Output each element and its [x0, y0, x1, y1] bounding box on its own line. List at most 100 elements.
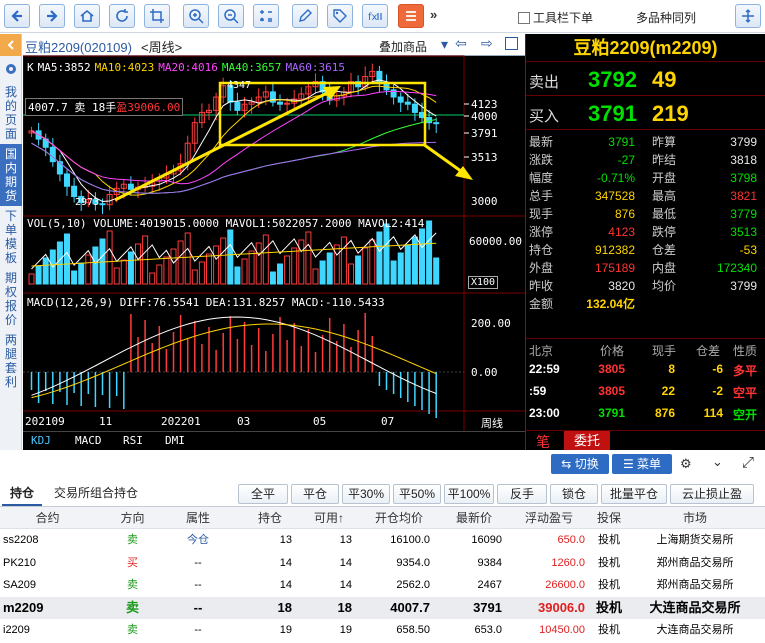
table-cell: 14 — [279, 556, 292, 569]
list-menu-icon[interactable] — [398, 4, 424, 28]
quote-stat-value: 175189 — [594, 261, 635, 275]
quote-stat-label: 开盘 — [652, 171, 677, 185]
table-cell: 14 — [339, 579, 352, 591]
expand-icon[interactable]: ⤢ — [742, 454, 754, 471]
refresh-icon[interactable] — [109, 4, 135, 28]
time-tick: 07 — [381, 415, 395, 428]
quote-stat-value: 3798 — [730, 171, 757, 185]
zoom-in-icon[interactable] — [183, 4, 209, 28]
action-button-1[interactable]: 平仓 — [291, 484, 339, 504]
back-arrow-icon[interactable] — [4, 4, 30, 28]
toolbar: fx » 工具栏下单 多品种同列 — [0, 0, 765, 33]
menu-icon: ☰ — [622, 457, 638, 471]
table-cell: 13 — [279, 534, 292, 546]
position-text: 4007.7 卖 18手 — [28, 101, 117, 114]
kline-chart[interactable]: 豆粕2209(020109) <周线> 叠加商品 ▾ ⇦ ⇨ K MA5:3852… — [23, 34, 525, 450]
quote-stat-label: 最低 — [652, 207, 677, 221]
table-cell: 郑州商品交易所 — [656, 579, 734, 591]
sidebar-item-3[interactable]: 期权报价 — [0, 268, 22, 330]
quote-stat-label: 内盘 — [652, 261, 677, 275]
pencil-icon[interactable] — [292, 4, 318, 28]
home-icon[interactable] — [74, 4, 100, 28]
column-header[interactable]: 可用↑ — [298, 507, 360, 529]
indicator-tab-kdj[interactable]: KDJ — [31, 434, 51, 447]
table-cell: 650.0 — [557, 534, 585, 546]
collapse-icon[interactable] — [0, 34, 21, 56]
period-label: 周线 — [481, 418, 503, 430]
table-cell: PK210 — [3, 556, 37, 569]
table-cell: 19 — [279, 624, 292, 636]
action-button-2[interactable]: 平30% — [342, 484, 390, 504]
quote-stat-value: 3821 — [730, 189, 757, 203]
minimize-icon[interactable]: ⌄ — [712, 454, 723, 470]
sidebar-item-0[interactable]: 我的页面 — [0, 82, 22, 144]
buy-volume: 219 — [652, 101, 689, 126]
quote-stat-value: 3818 — [730, 153, 757, 167]
action-button-7[interactable]: 批量平仓 — [601, 484, 667, 504]
action-bar: ⇆ 切换 ☰ 菜单 ⚙ ⌄ ⤢ — [0, 450, 765, 476]
buy-row[interactable]: 买入 3791 219 — [526, 96, 765, 130]
gear-icon[interactable] — [0, 56, 21, 82]
sidebar-item-2[interactable]: 下单模板 — [0, 206, 22, 268]
formula-icon[interactable]: fx — [362, 4, 388, 28]
tick-diff: -6 — [712, 362, 723, 376]
action-button-3[interactable]: 平50% — [393, 484, 441, 504]
crop-icon[interactable] — [144, 4, 170, 28]
menu-button[interactable]: ☰ 菜单 — [612, 454, 672, 474]
column-header[interactable]: 持仓 — [240, 507, 300, 529]
table-cell: 10450.00 — [539, 624, 585, 636]
indicator-tab-rsi[interactable]: RSI — [123, 434, 143, 447]
tag-icon[interactable] — [327, 4, 353, 28]
sidebar: 我的页面国内期货下单模板期权报价两腿套利 — [0, 34, 22, 450]
table-row[interactable]: ss2208 卖今仓 13 13 16100.0 16090 650.0 投机 上海期货交易所 — [0, 529, 765, 551]
column-header[interactable]: 浮动盈亏 — [505, 507, 593, 529]
time-tick: 03 — [237, 415, 251, 428]
zoom-out-icon[interactable] — [218, 4, 244, 28]
table-row[interactable]: PK210 买 -- 14 14 9354.0 9384 1260.0 投机 郑州商品交易所 — [0, 552, 765, 574]
column-header[interactable]: 投保 — [590, 507, 628, 529]
tab-combo-positions[interactable]: 交易所组合持仓 — [46, 481, 146, 506]
quote-stat-label: 仓差 — [652, 243, 677, 257]
quote-stat-value: 876 — [614, 207, 635, 221]
action-button-6[interactable]: 锁仓 — [550, 484, 598, 504]
column-header[interactable]: 最新价 — [438, 507, 510, 529]
table-row[interactable]: m2209 卖 -- 18 18 4007.7 3791 39006.0 投机 大连商品交易所 — [0, 596, 765, 619]
table-cell: -- — [194, 624, 202, 636]
sidebar-item-4[interactable]: 两腿套利 — [0, 330, 22, 392]
quote-stat-value: 912382 — [594, 243, 635, 257]
multi-same-column[interactable]: 多品种同列 — [636, 9, 696, 26]
tab-positions[interactable]: 持仓 — [2, 481, 43, 506]
action-button-4[interactable]: 平100% — [444, 484, 494, 504]
tick-diff: -2 — [712, 384, 723, 398]
table-row[interactable]: i2209 卖 -- 19 19 658.50 653.0 10450.00 投机 大连商品交易所 — [0, 619, 765, 641]
indicator-tab-macd[interactable]: MACD — [75, 434, 102, 447]
settings-icon[interactable]: ⚙ — [680, 456, 692, 472]
sell-row[interactable]: 卖出 3792 49 — [526, 62, 765, 96]
table-row[interactable]: SA209 卖 -- 14 14 2562.0 2467 26600.0 投机 郑州商品交易所 — [0, 574, 765, 596]
tick-price: 3791 — [598, 406, 625, 420]
switch-label: 切换 — [574, 457, 599, 471]
indicator-tab-dmi[interactable]: DMI — [165, 434, 185, 447]
switch-button[interactable]: ⇆ 切换 — [551, 454, 609, 474]
tab-orders[interactable]: 委托 — [564, 431, 611, 451]
action-button-8[interactable]: 云止损止盈 — [670, 484, 754, 504]
tick-nature: 多平 — [733, 364, 758, 378]
time-tick: 202109 — [25, 415, 65, 428]
column-header[interactable]: 合约 — [0, 507, 95, 529]
column-header[interactable]: 市场 — [630, 507, 760, 529]
tab-trades[interactable]: 笔 — [536, 432, 550, 452]
ma-label: K — [27, 61, 34, 74]
toolbar-order-checkbox[interactable]: 工具栏下单 — [518, 9, 593, 26]
tick-diff: 114 — [703, 406, 723, 420]
tick-volume: 22 — [661, 384, 675, 398]
forward-arrow-icon[interactable] — [39, 4, 65, 28]
column-header[interactable]: 属性 — [158, 507, 238, 529]
action-button-0[interactable]: 全平 — [238, 484, 288, 504]
table-cell: 2562.0 — [396, 579, 430, 591]
column-header[interactable]: 开仓均价 — [360, 507, 438, 529]
more-chevron-icon[interactable]: » — [430, 7, 448, 25]
sidebar-item-1[interactable]: 国内期货 — [0, 144, 22, 206]
action-button-5[interactable]: 反手 — [497, 484, 547, 504]
calculator-icon[interactable] — [253, 4, 279, 28]
layout-icon[interactable] — [735, 4, 761, 28]
